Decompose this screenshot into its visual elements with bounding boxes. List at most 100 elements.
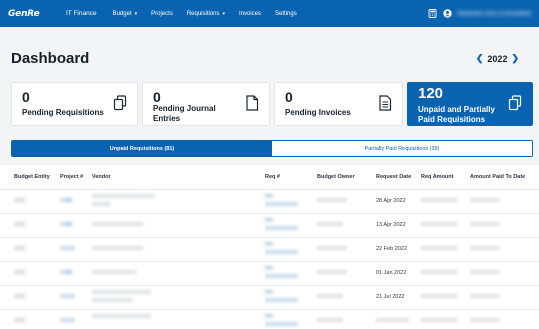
card-label: Unpaid and Partially Paid Requisitions xyxy=(418,105,495,124)
table-row[interactable]: GRC 2288 XXXXXXXXXXXX PR- XXXXXXXXX XXXX… xyxy=(0,262,539,286)
cell-entity: GRC xyxy=(14,318,27,324)
col-req-amount[interactable]: Req Amount xyxy=(421,174,454,180)
cell-req-amount: XXXXXXXXXX xyxy=(421,318,458,324)
card-count: 0 xyxy=(153,89,161,105)
cell-request-date: 28 Apr 2022 xyxy=(376,198,406,204)
card-pending-invoices[interactable]: 0 Pending Invoices xyxy=(274,82,403,126)
cell-project[interactable]: XXXX xyxy=(60,294,75,300)
logo-text: GenRe xyxy=(8,8,40,19)
card-pending-journal-entries[interactable]: 0 Pending Journal Entries xyxy=(142,82,270,126)
cell-req[interactable]: PR- xyxy=(265,266,274,272)
app-name: IT Finance xyxy=(66,10,97,17)
cell-req-line2[interactable]: XXXXXXXXX xyxy=(265,274,298,280)
cell-amount-paid: XXXXXXXX xyxy=(470,294,500,300)
cell-req-line2[interactable]: XXXXXXXXX xyxy=(265,226,298,232)
table-row[interactable]: GRC XXXX XXXXXXXXXXXXXXXX PR- XXXXXXXXX … xyxy=(0,310,539,329)
card-unpaid-partially-paid[interactable]: 120 Unpaid and Partially Paid Requisitio… xyxy=(407,82,533,126)
cell-entity: GRC xyxy=(14,222,27,228)
calculator-icon[interactable] xyxy=(428,9,437,18)
cell-req-line2[interactable]: XXXXXXXXX xyxy=(265,322,298,328)
table-row[interactable]: GRC 2288 XXXXXXXXXXXXXXXXX XXXXX PR- XXX… xyxy=(0,190,539,214)
col-amount-paid[interactable]: Amount Paid To Date xyxy=(470,174,525,180)
document-icon xyxy=(245,95,259,111)
card-count: 120 xyxy=(418,85,444,102)
card-count: 0 xyxy=(22,89,30,105)
tab-partially-paid-requisitions[interactable]: Partially Paid Requisitions (39) xyxy=(272,141,532,156)
cell-owner: XXXXXXX xyxy=(317,318,343,324)
cell-project[interactable]: XXXX xyxy=(60,318,75,324)
cell-amount-paid: XXXXXXXX xyxy=(470,198,500,204)
cell-amount-paid: XXXXXXXX xyxy=(470,270,500,276)
card-label: Pending Requisitions xyxy=(22,108,104,117)
card-pending-requisitions[interactable]: 0 Pending Requisitions xyxy=(11,82,138,126)
cell-vendor-line2: XXXXX xyxy=(92,202,111,208)
top-nav-bar: GenRe IT Finance Budget ▾ Projects Requi… xyxy=(0,0,539,27)
chevron-down-icon: ▾ xyxy=(222,10,226,17)
nav-projects-label: Projects xyxy=(151,10,173,17)
cell-entity: GRC xyxy=(14,294,27,300)
table-row[interactable]: GRC 2289 XXXXXXXXXXXXXX PR- XXXXXXXXX XX… xyxy=(0,214,539,238)
cell-req[interactable]: PR- xyxy=(265,314,274,320)
cell-req[interactable]: PR- xyxy=(265,242,274,248)
nav-requisitions-label: Requisitions xyxy=(186,10,220,17)
cell-vendor: XXXXXXXXXXXXXXXX xyxy=(92,314,151,320)
cell-req-amount: XXXXXXXXXX xyxy=(421,270,458,276)
col-budget-owner[interactable]: Budget Owner xyxy=(317,174,355,180)
cell-req-line2[interactable]: XXXXXXXXX xyxy=(265,202,298,208)
cell-project[interactable]: 2288 xyxy=(60,270,72,276)
nav-budget-label: Budget xyxy=(112,10,132,17)
col-vendor[interactable]: Vendor xyxy=(92,174,111,180)
card-count: 0 xyxy=(285,89,293,105)
cell-project[interactable]: 2289 xyxy=(60,222,72,228)
cell-request-date: XXXXXXXXX xyxy=(376,318,410,324)
col-request-date[interactable]: Request Date xyxy=(376,174,411,180)
col-project[interactable]: Project # xyxy=(60,174,83,180)
cell-entity: GRC xyxy=(14,198,27,204)
cell-req-amount: XXXXXXXXXX xyxy=(421,222,458,228)
cell-req-line2[interactable]: XXXXXXXXX xyxy=(265,298,298,304)
chevron-left-icon[interactable]: ❮ xyxy=(472,53,488,64)
copy-icon xyxy=(508,95,522,111)
nav-invoices-label: Invoices xyxy=(239,10,262,17)
nav-projects[interactable]: Projects xyxy=(151,11,173,17)
cell-amount-paid: XXXXXXXX xyxy=(470,246,500,252)
cell-req[interactable]: PR- xyxy=(265,218,274,224)
cell-project[interactable]: XXXX xyxy=(60,246,75,252)
cell-request-date: 21 Jul 2022 xyxy=(376,294,405,300)
col-budget-entity[interactable]: Budget Entity xyxy=(14,174,50,180)
invoice-icon xyxy=(378,95,392,111)
col-req[interactable]: Req # xyxy=(265,174,280,180)
cell-vendor: XXXXXXXXXXXX xyxy=(92,270,137,276)
genre-logo[interactable]: GenRe xyxy=(8,4,60,24)
table-row[interactable]: GRC XXXX XXXXXXXXXXXXXXXX XXXXXXXXXXX PR… xyxy=(0,286,539,310)
cell-owner: XXXXXXXX xyxy=(317,246,347,252)
cell-entity: GRC xyxy=(14,270,27,276)
summary-cards: 0 Pending Requisitions 0 Pending Journal… xyxy=(11,82,533,126)
user-avatar-icon[interactable] xyxy=(442,9,452,18)
chevron-down-icon: ▾ xyxy=(134,10,138,17)
cell-amount-paid: XXXXXXXX xyxy=(470,318,500,324)
cell-req[interactable]: PR- xyxy=(265,194,274,200)
tab-unpaid-requisitions[interactable]: Unpaid Requisitions (81) xyxy=(12,141,272,156)
cell-req[interactable]: PR- xyxy=(265,290,274,296)
cell-vendor: XXXXXXXXXXXXXX xyxy=(92,246,144,252)
nav-requisitions[interactable]: Requisitions ▾ xyxy=(187,11,225,17)
cell-amount-paid: XXXXXXXX xyxy=(470,222,500,228)
nav-budget[interactable]: Budget ▾ xyxy=(113,11,138,17)
nav-settings[interactable]: Settings xyxy=(275,11,297,17)
card-label: Pending Journal Entries xyxy=(153,104,216,123)
requisition-tabs: Unpaid Requisitions (81) Partially Paid … xyxy=(11,140,533,157)
cell-vendor: XXXXXXXXXXXXXX xyxy=(92,222,144,228)
cell-owner: XXXXXXX xyxy=(317,222,343,228)
cell-project[interactable]: 2288 xyxy=(60,198,72,204)
cell-request-date: 13 Apr 2022 xyxy=(376,222,406,228)
card-label: Pending Invoices xyxy=(285,108,351,117)
user-name[interactable]: Redacted User (Consultant) xyxy=(457,11,531,17)
cell-req-line2[interactable]: XXXXXXXXX xyxy=(265,250,298,256)
table-row[interactable]: GRC XXXX XXXXXXXXXXXXXX PR- XXXXXXXXX XX… xyxy=(0,238,539,262)
nav-invoices[interactable]: Invoices xyxy=(239,11,261,17)
cell-req-amount: XXXXXXXXXX xyxy=(421,294,458,300)
cell-request-date: 22 Feb 2022 xyxy=(376,246,407,252)
copy-icon xyxy=(113,95,127,111)
chevron-right-icon[interactable]: ❯ xyxy=(507,53,523,64)
